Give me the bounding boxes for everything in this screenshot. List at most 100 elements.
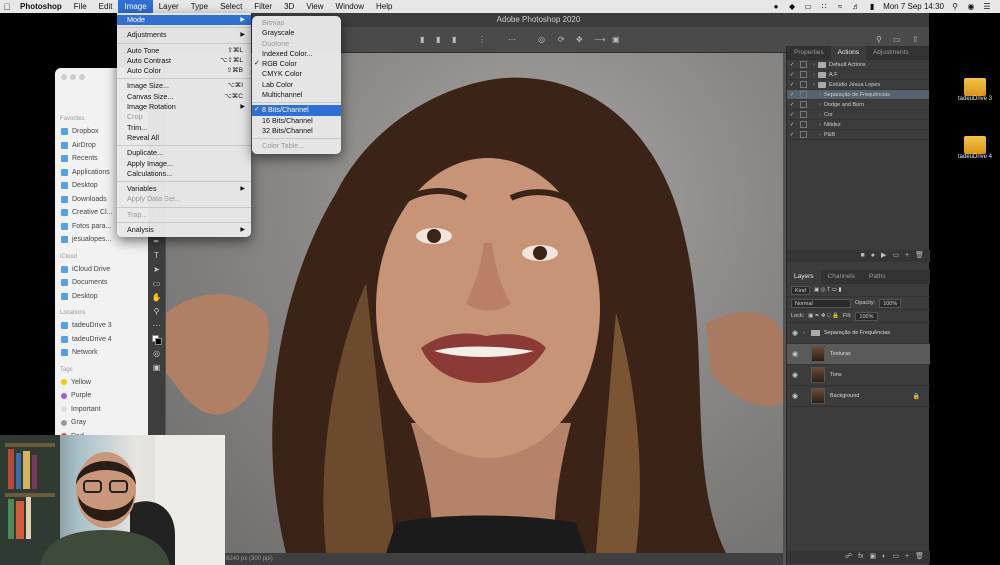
action-row[interactable]: ✓ › Default Actions: [787, 60, 929, 70]
hand-tool-icon[interactable]: ✋: [152, 293, 162, 303]
image-menu-item[interactable]: Analysis ▶: [117, 225, 251, 235]
mask-icon[interactable]: ▣: [870, 551, 877, 563]
workspace-icon[interactable]: ▭: [893, 35, 901, 44]
sidebar-item[interactable]: Dropbox: [61, 128, 98, 135]
tab-layers[interactable]: Layers: [787, 270, 821, 284]
mode-menu-item[interactable]: 16 Bits/Channel: [252, 116, 341, 126]
distribute-icon[interactable]: ⋮: [478, 35, 486, 44]
blend-mode-select[interactable]: Normal: [791, 298, 851, 308]
record-icon[interactable]: ●: [871, 250, 875, 262]
link-icon[interactable]: ☍: [845, 551, 852, 563]
expand-triangle-icon[interactable]: ›: [803, 330, 811, 336]
dialog-toggle-box[interactable]: [800, 91, 807, 98]
toggle-check-icon[interactable]: ✓: [787, 112, 797, 118]
toggle-check-icon[interactable]: ✓: [787, 82, 797, 88]
sidebar-item[interactable]: Purple: [61, 392, 91, 399]
new-set-icon[interactable]: ▭: [892, 250, 899, 262]
type-tool-icon[interactable]: T: [152, 251, 162, 261]
fx-icon[interactable]: fx: [858, 551, 863, 563]
toggle-check-icon[interactable]: ✓: [787, 102, 797, 108]
layer-row[interactable]: ◉ Background 🔒: [787, 386, 930, 407]
zoom-tool-icon[interactable]: ⚲: [152, 307, 162, 317]
align-right-icon[interactable]: ▮: [452, 35, 456, 44]
action-row[interactable]: ✓ › A.F: [787, 70, 929, 80]
share-icon[interactable]: ⇧: [912, 35, 919, 44]
tab-paths[interactable]: Paths: [862, 270, 893, 284]
image-menu-item[interactable]: Auto Tone ⇧⌘L: [117, 46, 251, 56]
app-menu[interactable]: Photoshop: [14, 0, 68, 13]
menu-3d[interactable]: 3D: [278, 0, 300, 13]
action-row[interactable]: ✓ › Separação de Frequências: [787, 90, 929, 100]
visibility-eye-icon[interactable]: ◉: [787, 392, 803, 400]
sidebar-item[interactable]: Desktop: [61, 292, 98, 300]
image-menu-item[interactable]: Canvas Size... ⌥⌘C: [117, 92, 251, 102]
image-menu-item[interactable]: Duplicate...: [117, 148, 251, 158]
quick-mask-icon[interactable]: ◎: [152, 349, 162, 359]
menu-filter[interactable]: Filter: [248, 0, 278, 13]
mode-menu-item[interactable]: Indexed Color...: [252, 49, 341, 59]
menu-edit[interactable]: Edit: [93, 0, 119, 13]
menu-view[interactable]: View: [300, 0, 329, 13]
trash-icon[interactable]: 🗑: [915, 250, 924, 262]
volume-icon[interactable]: ♬: [851, 2, 861, 11]
expand-triangle-icon[interactable]: ›: [816, 132, 824, 138]
sidebar-item[interactable]: Gray: [61, 419, 86, 426]
action-row[interactable]: ✓ › Nitidez: [787, 120, 929, 130]
mode-menu-item[interactable]: Lab Color: [252, 80, 341, 90]
more-tools-icon[interactable]: ⋯: [152, 321, 162, 331]
toggle-check-icon[interactable]: ✓: [787, 62, 797, 68]
layer-row[interactable]: ◉ Tons: [787, 365, 930, 386]
shape-tool-icon[interactable]: ▭: [152, 279, 162, 289]
3d-mode-icon[interactable]: ◎: [538, 35, 545, 44]
sidebar-item[interactable]: tadeuDrive 4: [61, 335, 112, 343]
pen-tool-icon[interactable]: ✒: [152, 237, 162, 247]
sidebar-item[interactable]: Applications: [61, 168, 110, 176]
dialog-toggle-box[interactable]: [800, 61, 807, 68]
toggle-check-icon[interactable]: ✓: [787, 132, 797, 138]
image-menu-item[interactable]: Image Rotation ▶: [117, 102, 251, 112]
mode-menu-item[interactable]: Multichannel: [252, 90, 341, 100]
sidebar-item[interactable]: Downloads: [61, 195, 107, 203]
action-row[interactable]: ✓ › P&B: [787, 130, 929, 140]
sidebar-item[interactable]: AirDrop: [61, 141, 96, 149]
group-icon[interactable]: ▭: [892, 551, 899, 563]
expand-triangle-icon[interactable]: ›: [816, 112, 824, 118]
dialog-toggle-box[interactable]: [800, 101, 807, 108]
menu-help[interactable]: Help: [370, 0, 398, 13]
action-row[interactable]: ✓ › Estúdio Jésua Lopes: [787, 80, 929, 90]
3d-rotate-icon[interactable]: ⟳: [558, 35, 565, 44]
3d-pan-icon[interactable]: ✥: [576, 35, 583, 44]
align-left-icon[interactable]: ▮: [420, 35, 424, 44]
tab-channels[interactable]: Channels: [821, 270, 862, 284]
image-menu-item[interactable]: Trim...: [117, 123, 251, 133]
expand-triangle-icon[interactable]: ›: [816, 122, 824, 128]
action-row[interactable]: ✓ › Dodge and Burn: [787, 100, 929, 110]
layer-row[interactable]: ◉ Texturas: [787, 344, 930, 365]
dialog-toggle-box[interactable]: [800, 121, 807, 128]
menu-type[interactable]: Type: [185, 0, 214, 13]
menu-window[interactable]: Window: [330, 0, 370, 13]
3d-scale-icon[interactable]: ▣: [612, 35, 620, 44]
sidebar-item[interactable]: jesualopes...: [61, 236, 111, 243]
desktop-drive-3[interactable]: tadeuDrive 3: [958, 78, 992, 102]
visibility-eye-icon[interactable]: ◉: [787, 371, 803, 379]
opacity-input[interactable]: 100%: [879, 298, 902, 308]
screen-mode-icon[interactable]: ▣: [152, 363, 162, 373]
sidebar-item[interactable]: Desktop: [61, 182, 98, 189]
sidebar-item[interactable]: Network: [61, 349, 98, 356]
expand-triangle-icon[interactable]: ›: [816, 92, 824, 98]
tab-adjustments[interactable]: Adjustments: [866, 46, 916, 60]
siri-icon[interactable]: ◉: [966, 2, 976, 11]
creative-cloud-icon[interactable]: ●: [771, 2, 781, 11]
sidebar-item[interactable]: Creative Cl...: [61, 209, 112, 216]
sidebar-item[interactable]: tadeuDrive 3: [61, 322, 112, 329]
adjustment-icon[interactable]: ◐: [882, 551, 886, 563]
stop-icon[interactable]: ■: [861, 250, 865, 262]
battery-icon[interactable]: ▮: [867, 2, 877, 11]
sidebar-item[interactable]: Documents: [61, 279, 107, 286]
screen-mirroring-icon[interactable]: ▭: [803, 2, 813, 11]
image-menu-item[interactable]: Reveal All: [117, 133, 251, 143]
kind-filter-select[interactable]: Kind: [791, 285, 811, 295]
lock-icons[interactable]: ▣ ✒ ✥ □ 🔒: [808, 313, 839, 319]
expand-triangle-icon[interactable]: ›: [810, 72, 818, 78]
